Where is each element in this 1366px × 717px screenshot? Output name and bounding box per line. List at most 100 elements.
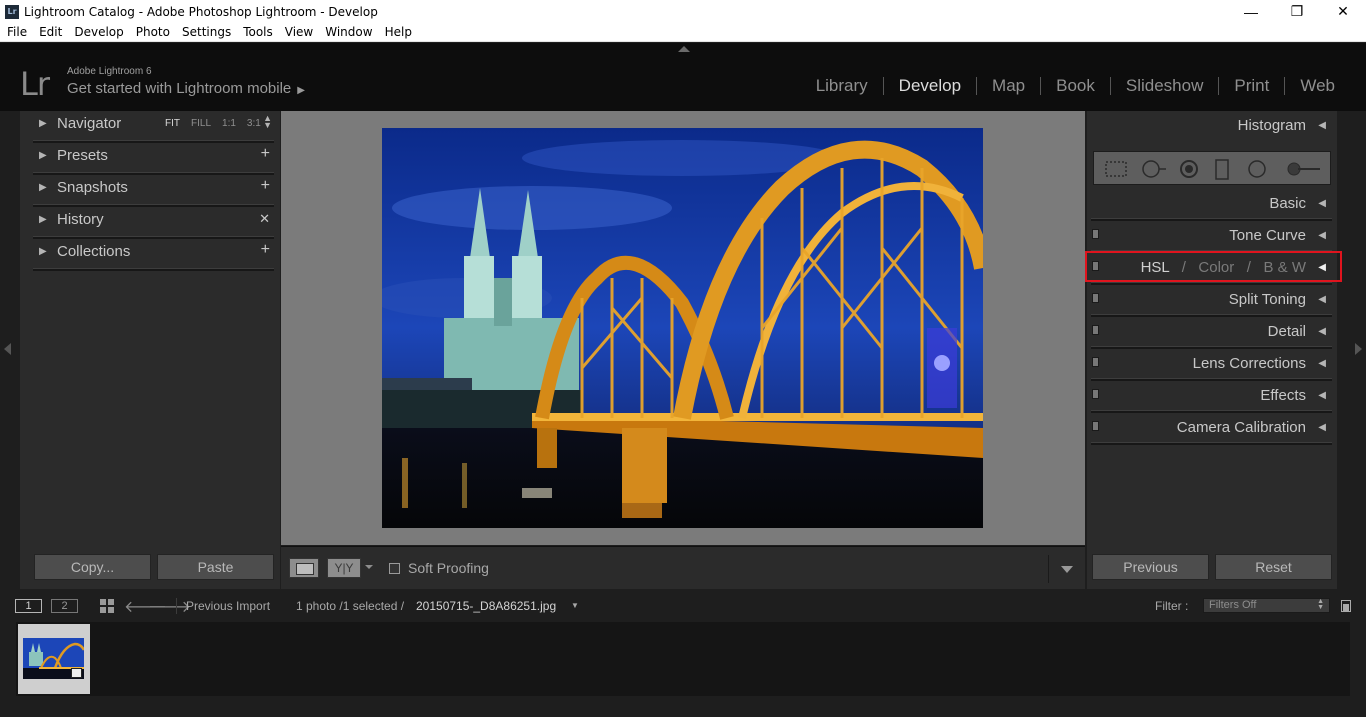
filmstrip-thumbnail[interactable] (18, 624, 90, 694)
menu-window[interactable]: Window (319, 25, 378, 39)
filter-value: Filters Off (1209, 599, 1257, 611)
paste-button[interactable]: Paste (157, 554, 274, 580)
restore-icon[interactable]: ❐ (1274, 0, 1320, 23)
soft-proofing-checkbox[interactable] (389, 563, 400, 574)
panel-toggle-switch[interactable] (1092, 325, 1099, 335)
copy-button[interactable]: Copy... (34, 554, 151, 580)
menu-view[interactable]: View (279, 25, 319, 39)
toolbar-content-dropdown-icon[interactable] (1061, 566, 1073, 573)
collapse-top-panel-icon[interactable] (678, 46, 690, 52)
expand-triangle-icon: ▶ (39, 214, 47, 225)
window-title: Lightroom Catalog - Adobe Photoshop Ligh… (24, 4, 378, 19)
filmstrip-bar: 1 2 🡐 🡒 Previous Import 1 photo /1 selec… (0, 590, 1366, 621)
histogram-label: Histogram (1237, 117, 1306, 134)
collapse-triangle-icon: ◀ (1318, 390, 1326, 401)
panel-toggle-switch[interactable] (1092, 229, 1099, 239)
module-develop[interactable]: Develop (884, 76, 976, 96)
navigator-panel-header[interactable]: ▶ Navigator FIT FILL 1:1 3:1 ▲ ▼ (33, 111, 274, 143)
filmstrip (16, 622, 1350, 696)
divider (1091, 442, 1332, 445)
menu-file[interactable]: File (0, 25, 33, 39)
effects-panel-header[interactable]: Effects ◀ (1091, 381, 1332, 413)
radial-filter-icon[interactable] (1246, 159, 1268, 179)
snapshots-label: Snapshots (57, 179, 128, 196)
collapse-triangle-icon: ◀ (1318, 294, 1326, 305)
navigator-zoom-options: FIT FILL 1:1 3:1 (165, 118, 272, 129)
primary-window-button[interactable]: 1 (15, 599, 42, 613)
filter-lock-icon[interactable] (1341, 600, 1351, 612)
filter-label: Filter : (1155, 599, 1189, 613)
collapse-triangle-icon: ◀ (1318, 230, 1326, 241)
tone-curve-panel-header[interactable]: Tone Curve ◀ (1091, 221, 1332, 253)
mobile-prompt-text: Get started with Lightroom mobile (67, 80, 292, 97)
adjustment-brush-icon[interactable] (1284, 159, 1322, 179)
detail-panel-header[interactable]: Detail ◀ (1091, 317, 1332, 349)
module-map[interactable]: Map (977, 76, 1040, 96)
secondary-window-button[interactable]: 2 (51, 599, 78, 613)
menu-develop[interactable]: Develop (68, 25, 129, 39)
spot-removal-icon[interactable] (1140, 159, 1168, 179)
module-print[interactable]: Print (1219, 76, 1284, 96)
loupe-view-button[interactable] (289, 558, 319, 578)
zoom-1-1[interactable]: 1:1 (222, 118, 236, 129)
add-snapshot-icon[interactable]: + (261, 177, 270, 195)
collections-panel-header[interactable]: ▶ Collections + (33, 239, 274, 271)
panel-toggle-switch[interactable] (1092, 389, 1099, 399)
right-panel: Histogram ◀ Basic ◀ Tone Curve ◀ HSL / C… (1087, 111, 1337, 589)
histogram-panel-header[interactable]: Histogram ◀ (1091, 111, 1332, 143)
bottom-panel-edge (0, 697, 1366, 717)
lens-corrections-panel-header[interactable]: Lens Corrections ◀ (1091, 349, 1332, 381)
menu-bar: File Edit Develop Photo Settings Tools V… (0, 23, 1366, 42)
effects-label: Effects (1260, 387, 1306, 404)
snapshots-panel-header[interactable]: ▶ Snapshots + (33, 175, 274, 207)
graduated-filter-icon[interactable] (1214, 159, 1230, 181)
close-icon[interactable]: ✕ (1320, 0, 1366, 23)
panel-toggle-switch[interactable] (1092, 357, 1099, 367)
previous-button[interactable]: Previous (1092, 554, 1209, 580)
presets-panel-header[interactable]: ▶ Presets + (33, 143, 274, 175)
basic-panel-header[interactable]: Basic ◀ (1091, 189, 1332, 221)
clear-history-icon[interactable]: ✕ (259, 211, 270, 227)
before-after-dropdown-icon[interactable] (365, 565, 373, 569)
reset-button[interactable]: Reset (1215, 554, 1332, 580)
collapse-right-panel-icon[interactable] (1355, 343, 1362, 355)
add-collection-icon[interactable]: + (261, 241, 270, 259)
module-book[interactable]: Book (1041, 76, 1110, 96)
zoom-3-1[interactable]: 3:1 (247, 118, 261, 129)
menu-tools[interactable]: Tools (237, 25, 279, 39)
menu-help[interactable]: Help (379, 25, 418, 39)
title-bar: Lr Lightroom Catalog - Adobe Photoshop L… (0, 0, 1366, 23)
module-web[interactable]: Web (1285, 76, 1350, 96)
panel-toggle-switch[interactable] (1092, 293, 1099, 303)
minimize-icon[interactable]: — (1228, 0, 1274, 23)
forward-arrow-icon[interactable]: 🡒 (148, 596, 191, 617)
mobile-prompt-link[interactable]: Get started with Lightroom mobile ▶ (67, 80, 305, 97)
menu-edit[interactable]: Edit (33, 25, 68, 39)
split-toning-panel-header[interactable]: Split Toning ◀ (1091, 285, 1332, 317)
source-label[interactable]: Previous Import (186, 599, 270, 613)
expand-triangle-icon: ▶ (39, 246, 47, 257)
main-photo[interactable] (382, 128, 983, 528)
identity-plate: Lr Adobe Lightroom 6 Get started with Li… (0, 43, 1366, 111)
module-slideshow[interactable]: Slideshow (1111, 76, 1219, 96)
zoom-fill[interactable]: FILL (191, 118, 211, 129)
grid-view-icon[interactable] (100, 599, 114, 613)
before-after-button[interactable]: Y|Y (327, 558, 361, 578)
zoom-stepper-icon[interactable]: ▲ ▼ (263, 114, 272, 130)
detail-label: Detail (1267, 323, 1306, 340)
filename-dropdown-icon[interactable]: ▼ (571, 601, 579, 610)
filter-select[interactable]: Filters Off ▲ ▼ (1203, 598, 1330, 613)
collapse-left-panel-icon[interactable] (4, 343, 11, 355)
add-preset-icon[interactable]: + (261, 145, 270, 163)
camera-calibration-panel-header[interactable]: Camera Calibration ◀ (1091, 413, 1332, 445)
menu-photo[interactable]: Photo (130, 25, 176, 39)
crop-overlay-icon[interactable] (1104, 159, 1128, 179)
red-eye-icon[interactable] (1178, 159, 1200, 179)
filename-label[interactable]: 20150715-_D8A86251.jpg (416, 599, 556, 613)
module-library[interactable]: Library (801, 76, 883, 96)
menu-settings[interactable]: Settings (176, 25, 237, 39)
history-panel-header[interactable]: ▶ History ✕ (33, 207, 274, 239)
zoom-fit[interactable]: FIT (165, 118, 180, 129)
lightroom-logo: Lr (20, 65, 50, 103)
panel-toggle-switch[interactable] (1092, 421, 1099, 431)
